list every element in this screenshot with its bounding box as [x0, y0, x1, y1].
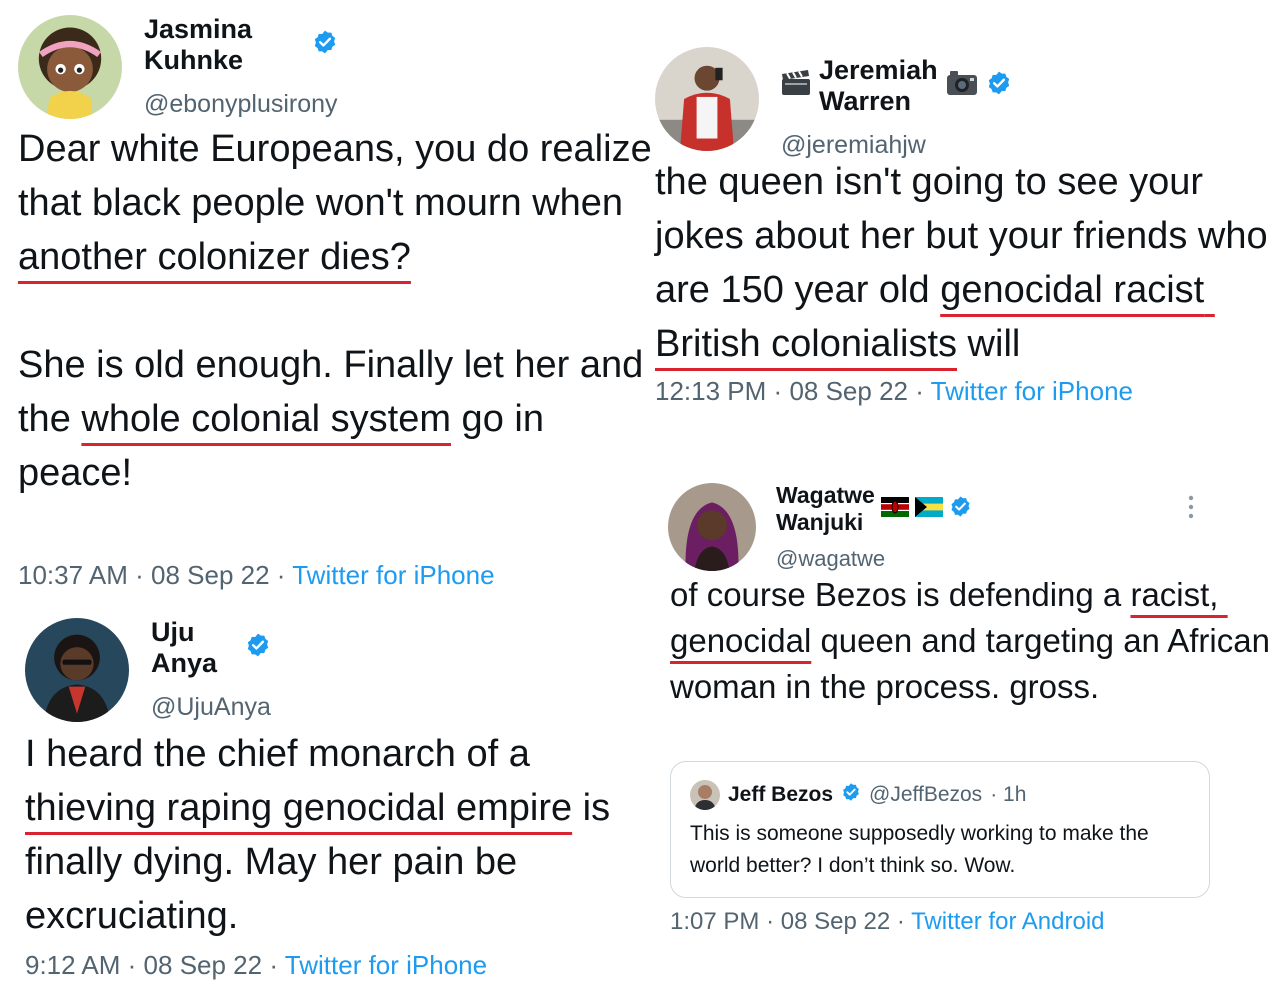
author-name[interactable]: Uju Anya — [151, 617, 237, 679]
tweet-source-link[interactable]: Twitter for Android — [911, 908, 1104, 935]
author-names: Jeremiah Warren @jeremiahjw — [781, 55, 1012, 160]
author-handle[interactable]: @wagatwe — [776, 546, 972, 572]
tweet-date[interactable]: 08 Sep 22 — [151, 560, 270, 590]
tweet-text-part: will — [957, 323, 1021, 365]
tweet-meta: 12:13 PM · 08 Sep 22 · Twitter for iPhon… — [655, 376, 1133, 407]
verified-badge-icon — [245, 632, 271, 665]
author-names: Wagatwe Wanjuki @wagatwe — [776, 482, 972, 572]
meta-separator: · — [135, 560, 144, 590]
tweet-header: Jasmina Kuhnke @ebonyplusirony — [18, 14, 338, 119]
avatar[interactable] — [690, 780, 720, 810]
tweet-time[interactable]: 9:12 AM — [25, 950, 120, 980]
author-name[interactable]: Wagatwe Wanjuki — [776, 482, 875, 536]
meta-separator: · — [766, 908, 775, 935]
tweet-meta: 10:37 AM · 08 Sep 22 · Twitter for iPhon… — [18, 560, 495, 591]
meta-separator: · — [896, 908, 905, 935]
tweet-meta: 9:12 AM · 08 Sep 22 · Twitter for iPhone — [25, 950, 487, 981]
quoted-tweet-text: This is someone supposedly working to ma… — [690, 822, 1149, 877]
tweet-header: Uju Anya @UjuAnya — [25, 617, 271, 722]
tweet-source-link[interactable]: Twitter for iPhone — [931, 376, 1133, 406]
quoted-tweet-age: · 1h — [990, 783, 1027, 806]
tweet-text: of course Bezos is defending a racist, g… — [670, 572, 1270, 710]
meta-separator: · — [773, 376, 783, 406]
tweet-text-part: I heard the chief monarch of a — [25, 733, 541, 775]
tweet-time[interactable]: 10:37 AM — [18, 560, 128, 590]
tweet-source-link[interactable]: Twitter for iPhone — [292, 560, 494, 590]
verified-badge-icon — [841, 782, 861, 808]
author-names: Jasmina Kuhnke @ebonyplusirony — [144, 14, 338, 119]
quoted-tweet[interactable]: Jeff Bezos @JeffBezos · 1h This is someo… — [670, 761, 1210, 898]
meta-separator: · — [127, 950, 137, 980]
highlighted-phrase: thieving raping genocidal empire — [25, 787, 573, 829]
quoted-tweet-header: Jeff Bezos @JeffBezos · 1h — [690, 780, 1026, 810]
meta-separator: · — [915, 376, 924, 406]
tweet-source-link[interactable]: Twitter for iPhone — [285, 950, 487, 980]
highlighted-phrase: whole colonial system — [81, 398, 451, 440]
tweet-header: Jeremiah Warren @jeremiahjw — [655, 45, 1012, 160]
tweet-time[interactable]: 1:07 PM — [670, 908, 759, 935]
tweet-date[interactable]: 08 Sep 22 — [781, 908, 890, 935]
quoted-author-handle[interactable]: @JeffBezos — [869, 783, 982, 807]
author-name[interactable]: Jasmina Kuhnke — [144, 14, 304, 76]
tweet-text: Dear white Europeans, you do realize tha… — [18, 122, 658, 500]
tweet-time[interactable]: 12:13 PM — [655, 376, 766, 406]
bahamas-flag-icon — [914, 496, 943, 523]
avatar[interactable] — [18, 14, 122, 119]
more-options-icon[interactable] — [1186, 494, 1196, 520]
tweet-date[interactable]: 08 Sep 22 — [789, 376, 908, 406]
highlighted-phrase: another colonizer dies? — [18, 236, 411, 278]
verified-badge-icon — [986, 70, 1012, 103]
tweet-date[interactable]: 08 Sep 22 — [144, 950, 263, 980]
verified-badge-icon — [312, 29, 338, 62]
clapperboard-emoji-icon — [781, 69, 811, 103]
author-handle[interactable]: @UjuAnya — [151, 693, 271, 722]
author-handle[interactable]: @ebonyplusirony — [144, 90, 338, 119]
avatar[interactable] — [668, 483, 756, 571]
tweet-text-part: Dear white Europeans, you do realize tha… — [18, 128, 663, 224]
avatar[interactable] — [25, 617, 129, 722]
author-names: Uju Anya @UjuAnya — [151, 617, 271, 722]
tweet-text: the queen isn't going to see your jokes … — [655, 155, 1275, 371]
camera-emoji-icon — [946, 70, 978, 103]
tweet-text-part: of course Bezos is defending a — [670, 576, 1131, 613]
tweet-text: I heard the chief monarch of a thieving … — [25, 727, 665, 943]
kenya-flag-icon — [880, 496, 909, 523]
meta-separator: · — [269, 950, 279, 980]
meta-separator: · — [276, 560, 286, 590]
tweet-meta: 1:07 PM · 08 Sep 22 · Twitter for Androi… — [670, 908, 1105, 936]
avatar[interactable] — [655, 47, 759, 151]
tweet-header: Wagatwe Wanjuki @wagatwe — [668, 482, 972, 572]
quoted-author-name[interactable]: Jeff Bezos — [728, 783, 833, 807]
author-name[interactable]: Jeremiah Warren — [819, 55, 938, 117]
verified-badge-icon — [949, 495, 972, 524]
